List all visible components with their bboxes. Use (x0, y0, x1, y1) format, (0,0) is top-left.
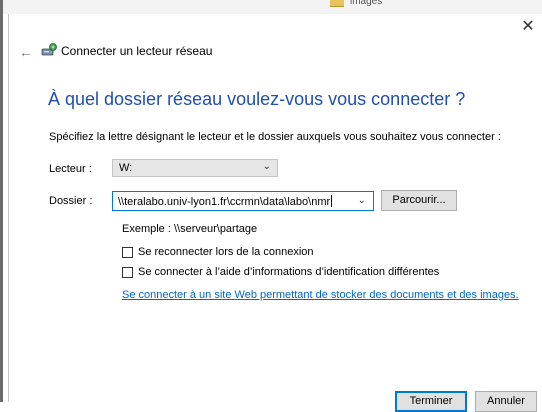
other-credentials-option[interactable]: Se connecter à l’aide d’informations d’i… (122, 266, 439, 278)
folder-path-input[interactable]: \\teralabo.univ-lyon1.fr\ccrmn\data\labo… (112, 191, 374, 211)
instructions-text: Spécifiez la lettre désignant le lecteur… (49, 131, 501, 143)
background-folder-icon (330, 0, 344, 7)
background-window-edge (0, 0, 3, 402)
page-heading: À quel dossier réseau voulez-vous vous c… (48, 89, 466, 109)
chevron-down-icon: ⌄ (262, 161, 271, 172)
close-button[interactable]: ✕ (519, 18, 537, 36)
folder-path-value: \\teralabo.univ-lyon1.fr\ccrmn\data\labo… (118, 196, 331, 208)
reconnect-option[interactable]: Se reconnecter lors de la connexion (122, 246, 314, 258)
dialog-title: Connecter un lecteur réseau (61, 44, 213, 58)
network-drive-icon (41, 43, 57, 56)
drive-letter-select[interactable]: W: ⌄ (112, 159, 278, 177)
example-hint: Exemple : \\serveur\partage (122, 223, 258, 235)
folder-label: Dossier : (49, 195, 93, 207)
other-credentials-label: Se connecter à l’aide d’informations d’i… (138, 266, 440, 278)
web-storage-link[interactable]: Se connecter à un site Web permettant de… (122, 289, 519, 301)
text-caret (331, 195, 333, 207)
browse-button[interactable]: Parcourir... (381, 190, 457, 211)
chevron-down-icon[interactable]: ⌄ (358, 195, 366, 206)
background-item-label: images (350, 0, 383, 7)
other-credentials-checkbox[interactable] (122, 266, 133, 278)
drive-label: Lecteur : (49, 163, 92, 175)
reconnect-checkbox[interactable] (122, 246, 133, 258)
drive-letter-value: W: (119, 162, 133, 174)
back-arrow-icon[interactable]: ← (19, 44, 33, 60)
reconnect-label: Se reconnecter lors de la connexion (138, 246, 314, 258)
map-network-drive-dialog: ✕ ← Connecter un lecteur réseau À quel d… (8, 14, 542, 412)
background-window-strip (0, 0, 542, 14)
